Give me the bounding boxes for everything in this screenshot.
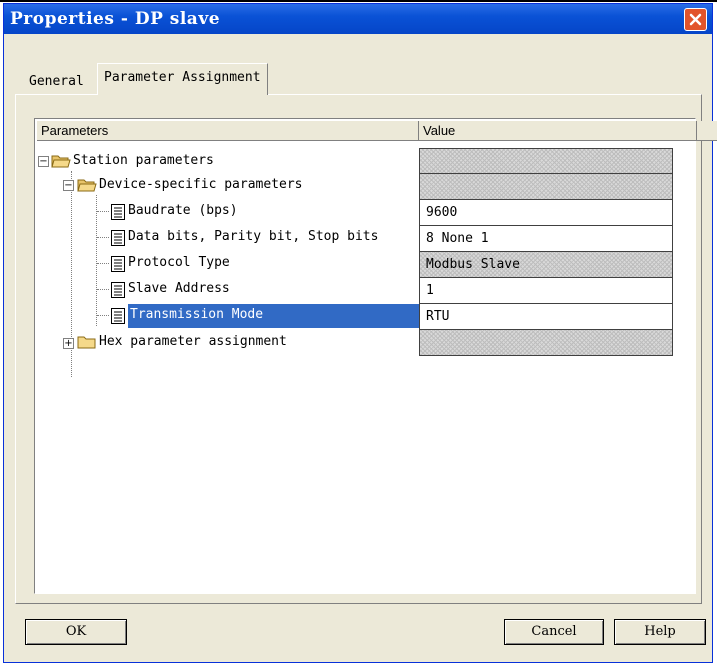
row-label-protocol-type[interactable]: Protocol Type [128,250,230,276]
row-label-baudrate[interactable]: Baudrate (bps) [128,198,238,224]
tree-line [97,289,109,290]
row-label-slave-address[interactable]: Slave Address [128,276,230,302]
column-header-parameters[interactable]: Parameters [37,121,419,141]
tree-line [97,263,109,264]
row-value-device-specific-parameters [419,174,673,200]
document-icon [111,204,125,220]
tree-line [97,315,109,316]
title-bar[interactable]: Properties - DP slave [4,4,712,34]
column-header-value[interactable]: Value [419,121,697,141]
properties-dialog: Properties - DP slave General Parameter … [3,3,717,663]
document-icon [111,256,125,272]
cancel-button[interactable]: Cancel [504,619,604,645]
close-button[interactable] [684,8,707,31]
document-icon [111,282,125,298]
row-label-transmission-mode[interactable]: Transmission Mode [128,302,263,328]
folder-open-icon [51,155,71,168]
row-value-data-bits[interactable]: 8 None 1 [419,226,673,252]
row-value-baudrate[interactable]: 9600 [419,200,673,226]
tree-line [97,211,109,212]
row-value-transmission-mode[interactable]: RTU [419,304,673,330]
expand-toggle[interactable]: + [63,338,74,349]
close-icon [689,13,702,26]
row-value-slave-address[interactable]: 1 [419,278,673,304]
parameters-grid: Parameters Value − Station parameters − … [34,118,717,594]
tab-parameter-assignment[interactable]: Parameter Assignment [97,63,268,95]
tab-general[interactable]: General [23,70,90,94]
row-value-hex-parameter-assignment [419,330,673,356]
row-value-protocol-type: Modbus Slave [419,252,673,278]
ok-button[interactable]: OK [25,619,127,645]
column-header-spacer [697,121,717,141]
row-value-station-parameters [419,148,673,174]
top-border-line [0,0,717,2]
row-label-hex-parameter-assignment[interactable]: Hex parameter assignment [99,329,287,355]
help-button[interactable]: Help [614,619,706,645]
row-label-device-specific-parameters[interactable]: Device-specific parameters [99,172,303,198]
collapse-toggle[interactable]: − [63,180,74,191]
row-label-station-parameters[interactable]: Station parameters [73,148,214,174]
collapse-toggle[interactable]: − [38,156,49,167]
row-label-data-bits[interactable]: Data bits, Parity bit, Stop bits [128,224,378,250]
folder-closed-icon [77,336,96,349]
document-icon [111,230,125,246]
window-title: Properties - DP slave [10,9,221,29]
tree-line [97,237,109,238]
folder-open-icon [77,179,97,192]
tree-line [96,195,97,326]
document-icon [111,308,125,324]
